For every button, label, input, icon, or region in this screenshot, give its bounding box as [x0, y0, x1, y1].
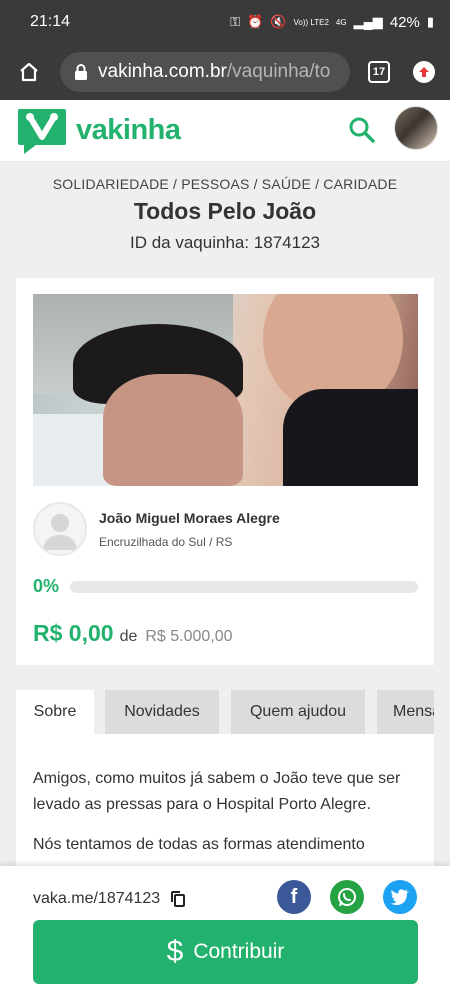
copy-icon[interactable]	[170, 890, 186, 908]
share-link[interactable]: vaka.me/1874123	[33, 890, 186, 908]
alarm-icon: ⏰	[247, 14, 264, 29]
facebook-share-button[interactable]: f	[277, 880, 311, 914]
campaign-tabs: Sobre Novidades Quem ajudou Mensa	[16, 690, 434, 734]
logo-mark-icon	[16, 107, 68, 155]
browser-toolbar: vakinha.com.br/vaquinha/to 17	[0, 44, 450, 100]
battery-icon: ▮	[426, 14, 434, 29]
photo-face	[103, 374, 243, 486]
dollar-icon: $	[166, 935, 184, 968]
description-paragraph: Amigos, como muitos já sabem o João teve…	[33, 770, 401, 813]
tab-novidades[interactable]: Novidades	[105, 690, 219, 734]
progress-row: 0%	[33, 576, 418, 597]
whatsapp-icon	[338, 888, 356, 907]
campaign-owner: João Miguel Moraes Alegre Encruzilhada d…	[33, 502, 280, 556]
mute-icon: 🔇	[270, 14, 287, 29]
share-link-text: vaka.me/1874123	[33, 890, 161, 907]
search-button[interactable]	[348, 116, 376, 149]
tab-mensagens[interactable]: Mensa	[377, 690, 434, 734]
facebook-icon: f	[290, 885, 298, 908]
home-button[interactable]	[14, 57, 44, 87]
status-bar: 21:14 ⚿ ⏰ 🔇 Vo)) LTE2 4G ▂▄▆ 42% ▮	[0, 0, 450, 44]
campaign-id: ID da vaquinha: 1874123	[130, 233, 320, 252]
campaign-description: Amigos, como muitos já sabem o João teve…	[16, 734, 434, 870]
description-paragraph: Nós tentamos de todas as formas atendime…	[33, 836, 365, 853]
home-icon	[20, 62, 38, 82]
lock-icon	[74, 63, 88, 81]
campaign-photo	[33, 294, 418, 486]
tab-switcher-button[interactable]: 17	[368, 61, 390, 83]
default-user-icon	[43, 514, 77, 550]
amount-raised: R$ 0,00	[33, 620, 114, 646]
contribute-label: Contribuir	[193, 940, 285, 963]
amount-of-label: de	[119, 628, 138, 645]
campaign-title: Todos Pelo João	[133, 198, 317, 224]
amount-row: R$ 0,00 de R$ 5.000,00	[33, 620, 233, 647]
progress-bar	[70, 580, 418, 593]
status-time: 21:14	[30, 13, 71, 30]
twitter-icon	[390, 889, 409, 906]
owner-name: João Miguel Moraes Alegre	[99, 509, 280, 526]
contribute-button[interactable]: $ Contribuir	[33, 920, 418, 984]
address-bar[interactable]: vakinha.com.br/vaquinha/to	[60, 52, 350, 92]
progress-percent: 0%	[33, 576, 60, 596]
owner-avatar	[33, 502, 87, 556]
amount-goal: R$ 5.000,00	[145, 628, 233, 645]
photo-shirt	[283, 389, 418, 486]
url-domain: vakinha.com.br	[98, 61, 227, 82]
owner-info: João Miguel Moraes Alegre Encruzilhada d…	[99, 510, 280, 549]
status-icons: ⚿ ⏰ 🔇 Vo)) LTE2 4G ▂▄▆ 42% ▮	[230, 14, 434, 31]
user-avatar[interactable]	[394, 106, 438, 150]
search-icon	[349, 117, 375, 143]
tab-sobre[interactable]: Sobre	[16, 690, 94, 734]
signal-icon: ▂▄▆	[353, 14, 383, 29]
signal-type: 4G	[335, 17, 347, 27]
battery-level: 42%	[389, 13, 420, 31]
tab-quem-ajudou[interactable]: Quem ajudou	[231, 690, 365, 734]
vakinha-logo[interactable]: vakinha	[16, 107, 181, 155]
update-arrow-icon	[419, 67, 429, 77]
site-header: vakinha	[0, 100, 450, 162]
owner-location: Encruzilhada do Sul / RS	[99, 534, 233, 549]
twitter-share-button[interactable]	[383, 880, 417, 914]
sticky-footer: vaka.me/1874123 f $ Contribuir	[0, 866, 450, 1000]
update-button[interactable]	[413, 61, 435, 83]
campaign-card: João Miguel Moraes Alegre Encruzilhada d…	[16, 278, 434, 665]
network-label: Vo)) LTE2	[293, 17, 329, 27]
campaign-heading: SOLIDARIEDADE / PESSOAS / SAÚDE / CARIDA…	[0, 162, 450, 253]
whatsapp-share-button[interactable]	[330, 880, 364, 914]
key-icon: ⚿	[230, 14, 241, 29]
logo-text: vakinha	[76, 114, 181, 146]
category-breadcrumb[interactable]: SOLIDARIEDADE / PESSOAS / SAÚDE / CARIDA…	[0, 176, 450, 192]
url-path: /vaquinha/to	[226, 61, 331, 82]
